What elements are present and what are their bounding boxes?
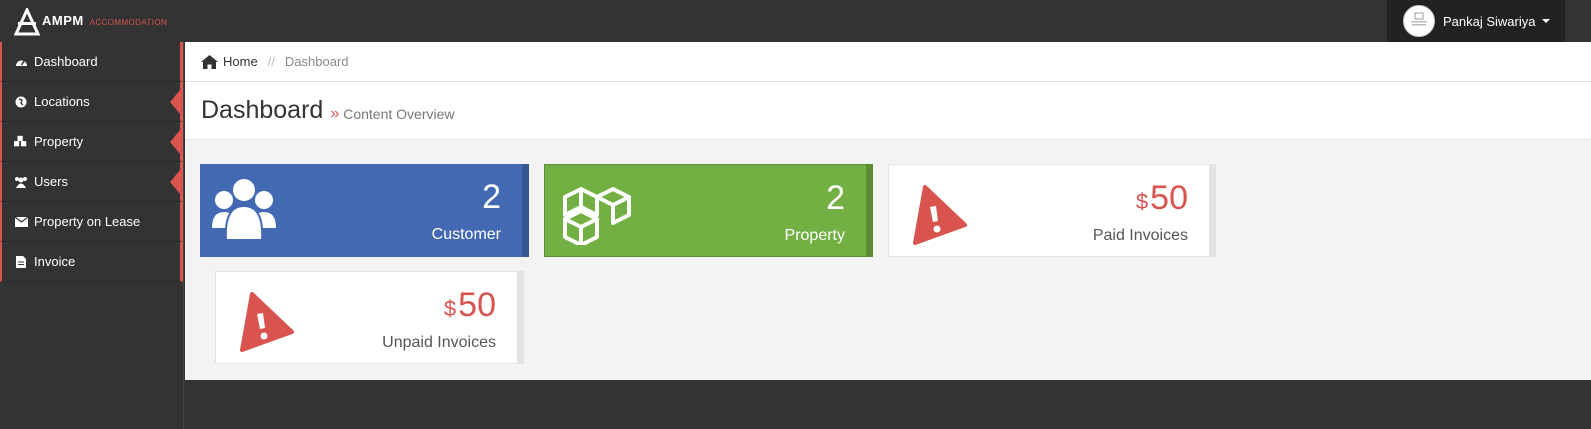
cubes-icon xyxy=(563,187,631,245)
user-name: Pankaj Siwariya xyxy=(1443,13,1536,29)
title-separator: » xyxy=(330,104,340,122)
user-menu[interactable]: Pankaj Siwariya xyxy=(1387,0,1565,42)
paid-invoices-label: Paid Invoices xyxy=(1092,227,1188,244)
breadcrumb-current: Dashboard xyxy=(284,54,349,69)
unpaid-invoices-value: 50 xyxy=(458,286,496,324)
users-icon xyxy=(14,175,28,189)
paid-invoices-tile[interactable]: $50 Paid Invoices xyxy=(888,164,1216,257)
sidebar-item-label: Property on Lease xyxy=(34,214,141,229)
customer-label: Customer xyxy=(431,226,501,243)
breadcrumb: Home // Dashboard xyxy=(185,42,1591,82)
currency-symbol: $ xyxy=(443,296,457,321)
customer-tile[interactable]: 2 Customer xyxy=(200,164,529,257)
sidebar-item-users[interactable]: Users xyxy=(0,162,183,202)
unpaid-invoices-amount: $50 xyxy=(444,286,496,325)
customer-count: 2 xyxy=(482,178,501,216)
sidebar-item-label: Users xyxy=(34,174,68,189)
brand-logo[interactable]: AMPM ACCOMMODATION xyxy=(14,4,167,36)
avatar xyxy=(1403,5,1435,37)
currency-symbol: $ xyxy=(1135,189,1149,214)
page-title: Dashboard xyxy=(201,96,324,124)
sidebar-item-property-on-lease[interactable]: Property on Lease xyxy=(0,202,183,242)
chevron-down-icon xyxy=(1541,19,1550,23)
dashboard-icon xyxy=(14,55,28,69)
globe-icon xyxy=(14,95,28,109)
envelope-icon xyxy=(14,215,28,229)
no-image-icon xyxy=(1411,12,1427,26)
sidebar-item-locations[interactable]: Locations xyxy=(0,82,183,122)
sidebar-item-label: Locations xyxy=(34,94,90,109)
property-count: 2 xyxy=(826,179,845,217)
paid-invoices-amount: $50 xyxy=(1136,179,1188,218)
breadcrumb-home-label: Home xyxy=(223,54,258,69)
users-icon xyxy=(212,179,276,241)
property-label: Property xyxy=(784,227,845,244)
top-navbar: AMPM ACCOMMODATION Pankaj Siwariya xyxy=(0,0,1591,42)
logo-icon xyxy=(14,8,40,36)
unpaid-invoices-label: Unpaid Invoices xyxy=(382,334,496,351)
sidebar-item-label: Property xyxy=(34,134,84,149)
brand-name: AMPM xyxy=(42,13,84,28)
sidebar-item-label: Invoice xyxy=(34,254,76,269)
sidebar-item-dashboard[interactable]: Dashboard xyxy=(0,42,183,82)
warning-icon xyxy=(913,185,967,245)
main-content: Home // Dashboard Dashboard » Content Ov… xyxy=(185,42,1591,380)
sidebar-item-invoice[interactable]: Invoice xyxy=(0,242,183,282)
page-subtitle: Content Overview xyxy=(343,106,455,122)
cubes-icon xyxy=(14,135,28,149)
sidebar-item-property[interactable]: Property xyxy=(0,122,183,162)
sidebar-item-label: Dashboard xyxy=(34,54,98,69)
home-icon xyxy=(201,54,218,69)
file-icon xyxy=(14,255,28,269)
breadcrumb-home[interactable]: Home xyxy=(201,54,258,69)
paid-invoices-value: 50 xyxy=(1150,179,1188,217)
property-tile[interactable]: 2 Property xyxy=(544,164,873,257)
unpaid-invoices-tile[interactable]: $50 Unpaid Invoices xyxy=(215,271,524,364)
brand-subtitle: ACCOMMODATION xyxy=(89,18,168,27)
breadcrumb-separator: // xyxy=(267,54,275,69)
warning-icon xyxy=(240,292,294,352)
page-header: Dashboard » Content Overview xyxy=(185,82,1591,140)
sidebar: Dashboard Locations Property Users Prope… xyxy=(0,42,184,429)
